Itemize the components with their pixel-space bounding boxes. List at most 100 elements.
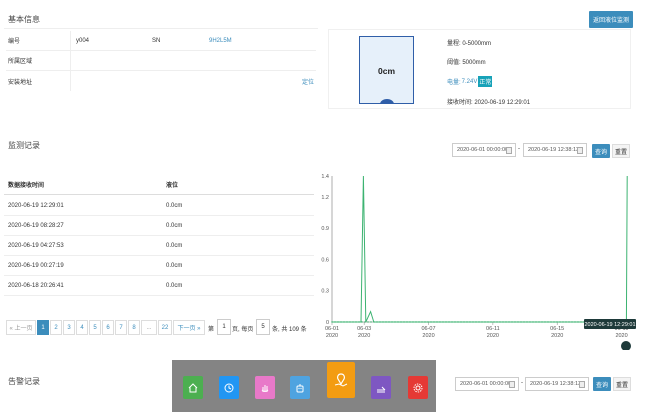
data-point bbox=[469, 321, 471, 323]
data-point bbox=[394, 321, 396, 323]
data-point bbox=[493, 321, 495, 323]
hand-icon[interactable] bbox=[255, 376, 275, 399]
data-point bbox=[544, 321, 546, 323]
page-button[interactable]: 5 bbox=[89, 320, 101, 335]
data-point bbox=[475, 321, 477, 323]
monitor-end-date-input[interactable]: 2020-06-19 12:38:13 bbox=[523, 143, 587, 157]
battery-value: 7.24V bbox=[461, 78, 478, 85]
date-separator: - bbox=[521, 380, 523, 386]
data-point bbox=[565, 321, 567, 323]
area-label: 所属区域 bbox=[8, 59, 33, 65]
locate-link[interactable]: 定位 bbox=[302, 77, 314, 86]
page-button[interactable]: 3 bbox=[63, 320, 75, 335]
x-tick-label: 06-07 bbox=[421, 326, 435, 332]
date-separator: - bbox=[518, 146, 520, 152]
home-icon[interactable] bbox=[183, 376, 203, 399]
data-point bbox=[568, 321, 570, 323]
table-row[interactable]: 2020-06-18 20:26:41 0.0cm bbox=[4, 276, 314, 296]
data-point bbox=[550, 321, 552, 323]
next-page-button[interactable]: 下一页 » bbox=[173, 320, 205, 335]
page-button[interactable]: 1 bbox=[37, 320, 49, 335]
page-ellipsis: ... bbox=[141, 320, 157, 335]
data-point bbox=[397, 321, 399, 323]
monitor-reset-button[interactable]: 重置 bbox=[612, 144, 630, 158]
data-point bbox=[454, 321, 456, 323]
page-button[interactable]: 2 bbox=[50, 320, 62, 335]
transfer-icon[interactable] bbox=[371, 376, 391, 399]
data-point bbox=[391, 321, 393, 323]
x-tick-year: 2020 bbox=[487, 333, 499, 339]
data-point bbox=[406, 321, 408, 323]
table-row[interactable]: 2020-06-19 12:29:01 0.0cm bbox=[4, 196, 314, 216]
monitor-query-button[interactable]: 查询 bbox=[592, 144, 610, 158]
y-tick-label: 0.9 bbox=[321, 226, 329, 232]
gear-icon[interactable] bbox=[408, 376, 428, 399]
page-button[interactable]: 4 bbox=[76, 320, 88, 335]
data-point bbox=[373, 321, 375, 323]
total-count: 条, 共 109 条 bbox=[272, 327, 307, 333]
page-button[interactable]: 7 bbox=[115, 320, 127, 335]
cell-time: 2020-06-18 20:26:41 bbox=[8, 282, 64, 289]
x-tick-year: 2020 bbox=[422, 333, 434, 339]
y-tick-label: 0.6 bbox=[321, 257, 329, 263]
table-row[interactable]: 2020-06-19 08:28:27 0.0cm bbox=[4, 216, 314, 236]
received-time: 接收时间: 2020-06-19 12:29:01 bbox=[447, 100, 531, 106]
x-tick-year: 2020 bbox=[615, 333, 627, 339]
data-point bbox=[430, 321, 432, 323]
data-point bbox=[415, 321, 417, 323]
monitor-start-date-input[interactable]: 2020-06-01 00:00:00 bbox=[452, 143, 516, 157]
goto-prefix: 第 bbox=[208, 327, 215, 333]
data-point bbox=[481, 321, 483, 323]
basic-info-panel: 编号 y004 SN 9H2L5M 所属区域 安装地址 定位 bbox=[4, 28, 318, 110]
data-point bbox=[352, 321, 354, 323]
page-button[interactable]: 22 bbox=[158, 320, 172, 335]
data-point bbox=[484, 321, 486, 323]
data-point bbox=[577, 321, 579, 323]
data-point bbox=[445, 321, 447, 323]
battery-label: 电量: bbox=[447, 80, 461, 86]
battery-status-badge: 正常 bbox=[478, 76, 493, 87]
id-label: 编号 bbox=[8, 39, 21, 45]
data-point bbox=[403, 321, 405, 323]
table-row[interactable]: 2020-06-19 00:27:19 0.0cm bbox=[4, 256, 314, 276]
alarm-title: 告警记录 bbox=[8, 377, 40, 386]
data-point bbox=[553, 321, 555, 323]
data-point bbox=[463, 321, 465, 323]
level-gauge-text: 0cm bbox=[377, 66, 395, 76]
data-point bbox=[499, 321, 501, 323]
sn-value: 9H2L5M bbox=[209, 37, 232, 44]
data-point bbox=[538, 321, 540, 323]
monitor-title: 监测记录 bbox=[8, 141, 40, 150]
page-button[interactable]: 8 bbox=[128, 320, 140, 335]
prev-page-button[interactable]: « 上一页 bbox=[6, 320, 36, 335]
cell-time: 2020-06-19 12:29:01 bbox=[8, 202, 64, 209]
data-point bbox=[331, 321, 333, 323]
alarm-query-button[interactable]: 查询 bbox=[593, 377, 611, 391]
calendar-icon bbox=[577, 147, 583, 154]
monitor-start-date-text: 2020-06-01 00:00:00 bbox=[457, 147, 509, 153]
range-text: 量程: 0-5000mm bbox=[447, 41, 492, 47]
data-point bbox=[517, 321, 519, 323]
robot-icon[interactable] bbox=[290, 376, 310, 399]
data-point bbox=[535, 321, 537, 323]
calendar-icon bbox=[506, 147, 512, 154]
data-point bbox=[478, 321, 480, 323]
data-point bbox=[337, 321, 339, 323]
goto-page-input[interactable]: 1 bbox=[217, 319, 231, 335]
clock-icon[interactable] bbox=[219, 376, 239, 399]
table-row[interactable]: 2020-06-19 04:27:53 0.0cm bbox=[4, 236, 314, 256]
page-button[interactable]: 6 bbox=[102, 320, 114, 335]
data-point bbox=[379, 321, 381, 323]
data-point bbox=[346, 321, 348, 323]
column-header-time: 数据接收时间 bbox=[8, 183, 45, 189]
address-label: 安装地址 bbox=[8, 79, 33, 86]
alarm-reset-button[interactable]: 重置 bbox=[613, 377, 631, 391]
threshold-text: 阈值: 5000mm bbox=[447, 60, 486, 66]
x-tick-label: 06-11 bbox=[486, 326, 500, 332]
alarm-start-date-input[interactable]: 2020-06-01 00:00:00 bbox=[455, 377, 519, 391]
page-size-input[interactable]: 5 bbox=[256, 319, 270, 335]
alarm-end-date-input[interactable]: 2020-06-19 12:38:13 bbox=[525, 377, 589, 391]
map-pin-icon[interactable] bbox=[327, 362, 355, 398]
data-point bbox=[496, 321, 498, 323]
back-to-monitor-button[interactable]: 返回液位监测 bbox=[589, 11, 633, 28]
